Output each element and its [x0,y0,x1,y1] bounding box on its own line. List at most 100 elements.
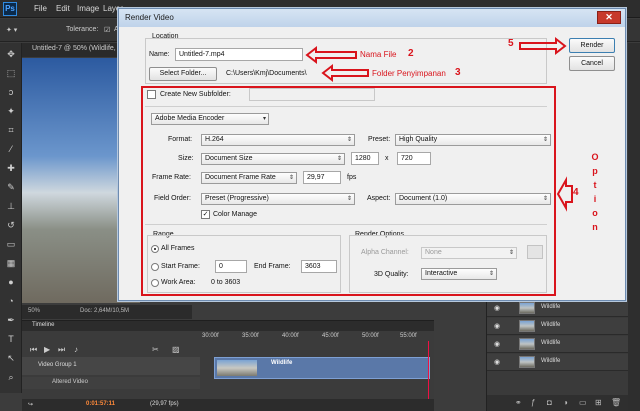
annotation-option-vertical: O p t i o n [590,150,600,234]
blur-tool-icon[interactable]: ● [5,277,17,288]
go-next-icon[interactable]: ⏭ [58,345,65,355]
doc-size: Doc: 2,64M/10,5M [80,308,130,314]
visibility-eye-icon[interactable]: ◉ [494,340,500,348]
collapsed-panels [628,43,640,411]
annotation-folder: Folder Penyimpanan [372,69,446,78]
cancel-button[interactable]: Cancel [569,56,615,71]
status-bar: 50% Doc: 2,64M/10,5M [22,305,192,319]
close-button[interactable]: ✕ [597,11,621,24]
eraser-tool-icon[interactable]: ▭ [5,239,17,250]
layer-row[interactable]: ◉ Wildlife [487,300,629,317]
altered-video-track[interactable]: Altered Video [22,377,200,389]
magic-wand-icon[interactable]: ✦ ▾ [6,26,17,34]
zoom-tool-icon[interactable]: ⌕ [5,372,17,383]
sub-track-name: Altered Video [52,379,88,385]
video-group-track[interactable]: Video Group 1 [22,357,200,375]
healing-tool-icon[interactable]: ✚ [5,163,17,174]
trash-icon[interactable]: 🗑 [611,398,621,407]
link-icon[interactable]: ⚭ [515,398,522,407]
magic-wand-tool-icon[interactable]: ✦ [5,106,17,117]
menu-edit[interactable]: Edit [56,4,70,13]
timeline-panel: Timeline 30:00f 35:00f 40:00f 45:00f 50:… [22,320,434,411]
play-icon[interactable]: ▶ [44,345,50,354]
video-clip[interactable]: Wildlife [214,357,430,379]
folder-icon[interactable]: ▭ [579,398,587,407]
track-name: Video Group 1 [38,362,77,368]
name-field[interactable]: Untitled-7.mp4 [175,48,303,61]
annotation-letter: n [592,222,598,232]
marquee-tool-icon[interactable]: ⬚ [5,68,17,79]
annotation-number-3: 3 [455,67,461,78]
lasso-tool-icon[interactable]: ↄ [5,87,17,98]
layers-footer: ⚭ ƒ ◘ ◑ ▭ ⊞ 🗑 [487,395,629,411]
type-tool-icon[interactable]: T [5,334,17,345]
select-folder-button[interactable]: Select Folder... [149,67,217,81]
timeline-header: Timeline [22,321,434,331]
ruler-tick: 45:00f [322,333,339,339]
ruler-tick: 35:00f [242,333,259,339]
gradient-tool-icon[interactable]: ▦ [5,258,17,269]
timeline-title: Timeline [32,322,55,328]
layer-name: Wildlife [541,322,561,328]
move-tool-icon[interactable]: ✥ [5,49,17,60]
annotation-letter: O [591,152,599,162]
annotation-nama-file: Nama File [360,50,397,59]
tools-panel: ✥ ⬚ ↄ ✦ ⌗ ⁄ ✚ ✎ ⊥ ↺ ▭ ▦ ● ◔ ✒ T ↖ ⌕ [0,43,22,393]
timeline-ruler[interactable]: 30:00f 35:00f 40:00f 45:00f 50:00f 55:00… [200,332,434,342]
annotation-number-5: 5 [508,38,514,49]
annotation-number-2: 2 [408,48,414,59]
dodge-tool-icon[interactable]: ◔ [5,296,17,307]
history-brush-icon[interactable]: ↺ [5,220,17,231]
timecode: 0:01:57:11 [86,401,116,407]
timeline-footer: ↪ 0:01:57:11 (29,97 fps) [22,399,434,411]
folder-path: C:\Users\Kmj\Documents\ [226,70,307,77]
new-layer-icon[interactable]: ⊞ [595,398,602,407]
annotation-letter: i [593,194,597,204]
adjustment-icon[interactable]: ◑ [563,398,568,407]
render-video-icon[interactable]: ↪ [28,401,33,408]
visibility-eye-icon[interactable]: ◉ [494,358,500,366]
crop-tool-icon[interactable]: ⌗ [5,125,17,136]
document-tab[interactable]: Untitled-7 @ 50% (Wildlife, R [32,45,123,52]
layer-row[interactable]: ◉ Wildlife [487,318,629,335]
layer-name: Wildlife [541,340,561,346]
tolerance-label: Tolerance: [66,26,99,33]
audio-icon[interactable]: ♪ [74,345,78,354]
ruler-tick: 30:00f [202,333,219,339]
clip-name: Wildlife [271,360,293,366]
transition-icon[interactable]: ▨ [172,345,180,354]
clip-thumbnail [217,360,257,376]
ruler-tick: 50:00f [362,333,379,339]
layer-row[interactable]: ◉ Wildlife [487,336,629,353]
pen-tool-icon[interactable]: ✒ [5,315,17,326]
annotation-letter: o [592,208,598,218]
fx-icon[interactable]: ƒ [531,398,535,407]
split-icon[interactable]: ✂ [152,345,159,354]
annotation-letter: t [593,180,597,190]
photoshop-logo: Ps [3,2,17,16]
layer-thumbnail [519,302,535,314]
eyedropper-tool-icon[interactable]: ⁄ [5,144,17,155]
path-select-icon[interactable]: ↖ [5,353,17,364]
render-button[interactable]: Render [569,38,615,53]
anti-alias-checkbox[interactable]: ☑ [104,26,110,34]
layer-row[interactable]: ◉ Wildlife [487,354,629,371]
layer-thumbnail [519,320,535,332]
ruler-tick: 55:00f [400,333,417,339]
go-first-icon[interactable]: ⏮ [30,345,37,355]
zoom-level: 50% [28,308,41,314]
brush-tool-icon[interactable]: ✎ [5,182,17,193]
layers-panel: ◉ Wildlife ◉ Wildlife ◉ Wildlife ◉ Wildl… [486,300,629,411]
mask-icon[interactable]: ◘ [547,398,552,407]
layer-thumbnail [519,356,535,368]
visibility-eye-icon[interactable]: ◉ [494,304,500,312]
dialog-titlebar[interactable]: Render Video ✕ [119,9,625,27]
menu-image[interactable]: Image [77,4,99,13]
visibility-eye-icon[interactable]: ◉ [494,322,500,330]
menu-file[interactable]: File [34,4,47,13]
ruler-tick: 40:00f [282,333,299,339]
stamp-tool-icon[interactable]: ⊥ [5,201,17,212]
layer-thumbnail [519,338,535,350]
frame-rate-readout: (29,97 fps) [150,401,179,407]
layer-name: Wildlife [541,304,561,310]
